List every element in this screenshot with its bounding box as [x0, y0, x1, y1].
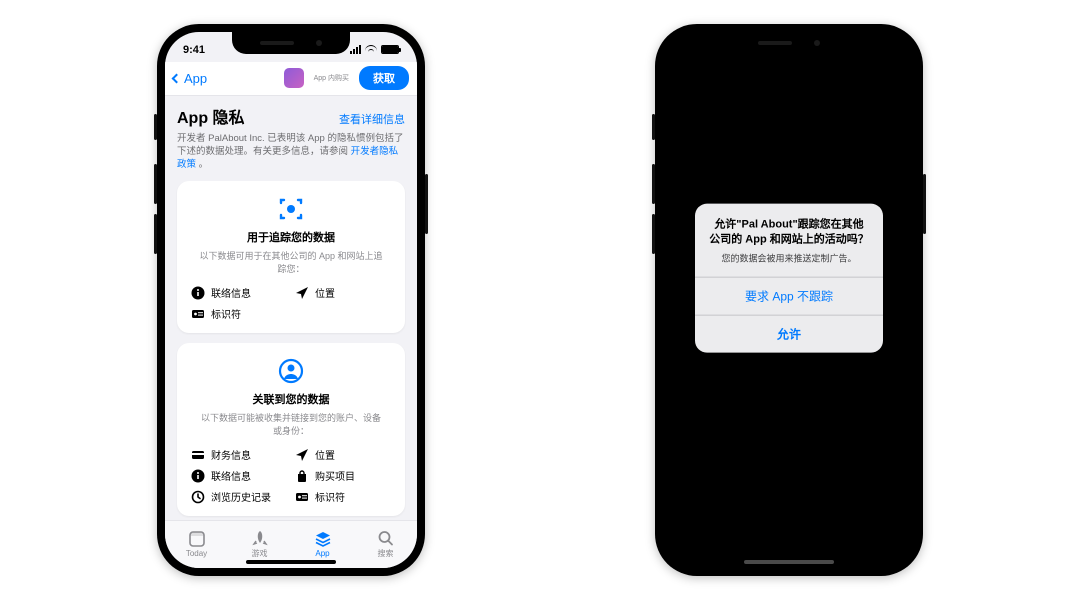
- list-item: 标识符: [295, 489, 391, 504]
- iphone-left: 9:41 App App 内购买 获取 App 隐私 查看详细信息 开: [157, 24, 425, 576]
- list-item: 购买项目: [295, 468, 391, 483]
- list-item: 标识符: [191, 306, 287, 321]
- home-indicator[interactable]: [744, 560, 834, 564]
- list-item: 联络信息: [191, 468, 287, 483]
- page-title: App 隐私: [177, 104, 245, 128]
- clock: 9:41: [183, 44, 205, 56]
- privacy-description: 开发者 PalAbout Inc. 已表明该 App 的隐私惯例包括了下述的数据…: [177, 132, 405, 172]
- cellular-icon: [350, 45, 361, 54]
- list-item: 浏览历史记录: [191, 489, 287, 504]
- screen-dark: 允许"Pal About"跟踪您在其他公司的 App 和网站上的活动吗？ 您的数…: [663, 32, 915, 568]
- chevron-left-icon: [172, 73, 182, 83]
- get-button[interactable]: 获取: [359, 66, 409, 90]
- alert-message: 您的数据会被用来推送定制广告。: [695, 251, 883, 276]
- deny-tracking-button[interactable]: 要求 App 不跟踪: [695, 276, 883, 314]
- info-icon: [191, 469, 205, 483]
- layers-icon: [313, 530, 333, 548]
- linked-icon: [277, 357, 305, 385]
- tab-search[interactable]: 搜索: [354, 521, 417, 568]
- iap-note: App 内购买: [314, 73, 349, 83]
- battery-icon: [381, 45, 399, 54]
- location-icon: [295, 286, 309, 300]
- today-icon: [187, 530, 207, 548]
- privacy-section: App 隐私 查看详细信息 开发者 PalAbout Inc. 已表明该 App…: [165, 96, 417, 520]
- list-item: 位置: [295, 285, 391, 300]
- tracking-icon: [277, 195, 305, 223]
- search-icon: [376, 529, 396, 547]
- allow-tracking-button[interactable]: 允许: [695, 314, 883, 352]
- screen: 9:41 App App 内购买 获取 App 隐私 查看详细信息 开: [165, 32, 417, 568]
- home-indicator[interactable]: [246, 560, 336, 564]
- linked-data-card[interactable]: 关联到您的数据 以下数据可能被收集并链接到您的账户、设备或身份： 财务信息 位置…: [177, 343, 405, 516]
- tracking-card[interactable]: 用于追踪您的数据 以下数据可用于在其他公司的 App 和网站上追踪您： 联络信息…: [177, 181, 405, 333]
- list-item: 位置: [295, 447, 391, 462]
- history-icon: [191, 490, 205, 504]
- id-icon: [295, 490, 309, 504]
- rocket-icon: [250, 529, 270, 547]
- info-icon: [191, 286, 205, 300]
- location-icon: [295, 448, 309, 462]
- linked-subtitle: 以下数据可能被收集并链接到您的账户、设备或身份：: [191, 411, 391, 437]
- list-item: 联络信息: [191, 285, 287, 300]
- back-button[interactable]: App: [173, 71, 207, 86]
- iphone-right: 允许"Pal About"跟踪您在其他公司的 App 和网站上的活动吗？ 您的数…: [655, 24, 923, 576]
- wifi-icon: [365, 45, 377, 54]
- tracking-title: 用于追踪您的数据: [191, 229, 391, 245]
- back-label: App: [184, 71, 207, 86]
- bag-icon: [295, 469, 309, 483]
- list-item: 财务信息: [191, 447, 287, 462]
- tab-today[interactable]: Today: [165, 521, 228, 568]
- nav-bar: App App 内购买 获取: [165, 62, 417, 96]
- tracking-subtitle: 以下数据可用于在其他公司的 App 和网站上追踪您：: [191, 249, 391, 275]
- see-details-link[interactable]: 查看详细信息: [339, 111, 405, 127]
- card-icon: [191, 448, 205, 462]
- linked-title: 关联到您的数据: [191, 391, 391, 407]
- tracking-alert: 允许"Pal About"跟踪您在其他公司的 App 和网站上的活动吗？ 您的数…: [695, 204, 883, 353]
- alert-title: 允许"Pal About"跟踪您在其他公司的 App 和网站上的活动吗？: [695, 204, 883, 252]
- app-icon[interactable]: [284, 68, 304, 88]
- id-icon: [191, 307, 205, 321]
